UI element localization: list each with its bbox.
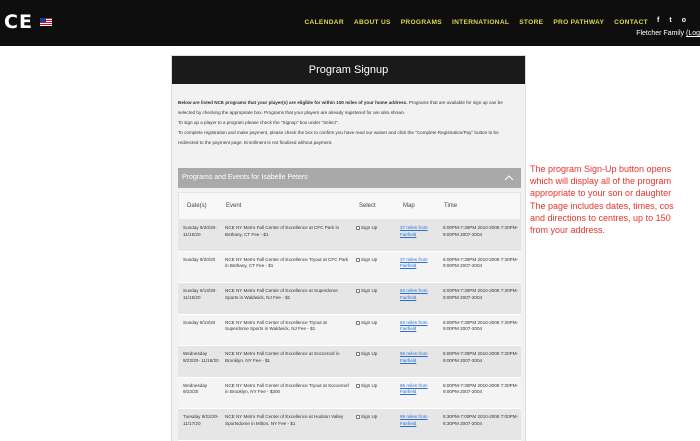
- annotation-line: from your address.: [530, 225, 606, 236]
- row-event: NCE NY Metro Fall Center of Excellence T…: [225, 382, 349, 395]
- row-event: NCE NY Metro Fall Center of Excellence T…: [225, 256, 349, 269]
- user-name: Fletcher Family: [636, 30, 685, 37]
- annotation-line: and directions to centres, up to 150: [530, 212, 671, 223]
- row-time: 6:00PM-7:30PM 2010-2008 7:30PM-9:00PM 20…: [443, 225, 519, 237]
- nav-programs[interactable]: PROGRAMS: [401, 19, 442, 26]
- table-row: Wednesday 9/23/20- 11/18/20 NCE NY Metro…: [178, 346, 521, 378]
- col-dates: Date(s): [187, 203, 207, 209]
- annotation-text: The program Sign-Up button opens which w…: [530, 163, 700, 236]
- signup-label: Sign Up: [361, 351, 378, 356]
- row-date: Wednesday 9/23/20: [183, 382, 208, 395]
- intro-bold: Below are listed NCE programs that your …: [178, 100, 408, 105]
- signup-option[interactable]: Sign Up: [356, 414, 396, 421]
- map-link[interactable]: 69 miles from Fairfield: [400, 414, 430, 427]
- signup-label: Sign Up: [361, 319, 378, 325]
- row-time: 6:00PM-7:30PM 2010-2008 7:30PM-9:00PM 20…: [443, 382, 519, 395]
- row-time: 6:00PM-7:30PM 2010-2008 7:30PM-9:00PM 20…: [443, 351, 519, 363]
- row-time: 5:30PM-7:00PM 2010-2008 7:00PM-8:30PM 20…: [443, 414, 519, 426]
- signup-checkbox[interactable]: [356, 226, 360, 230]
- row-time: 6:00PM-7:30PM 2010-2008 7:30PM-9:00PM 20…: [443, 288, 519, 300]
- row-date: Sunday 9/20/20: [183, 256, 216, 262]
- table-row: Tuesday 9/22/20- 11/17/20 NCE NY Metro F…: [178, 409, 521, 441]
- col-time: Time: [444, 203, 458, 209]
- signup-label: Sign Up: [361, 256, 378, 262]
- map-link[interactable]: 65 miles from Fairfield: [400, 351, 430, 364]
- annotation-line: which will display all of the program: [530, 176, 672, 187]
- signup-label: Sign Up: [361, 414, 378, 419]
- row-event: NCE NY Metro Fall Center of Excellence T…: [225, 319, 327, 332]
- nav-contact[interactable]: CONTACT: [614, 19, 648, 26]
- row-date: Sunday 9/13/20: [183, 319, 216, 325]
- row-event: NCE NY Metro Fall Center of Excellence a…: [225, 225, 340, 237]
- user-account[interactable]: Fletcher Family (Log: [636, 30, 700, 37]
- nav-calendar[interactable]: CALENDAR: [304, 19, 343, 26]
- instruction-signup: To sign up a player to a program please …: [178, 120, 339, 125]
- map-link[interactable]: 65 miles from Fairfield: [400, 383, 430, 396]
- signup-label: Sign Up: [361, 382, 378, 388]
- signup-checkbox[interactable]: [356, 383, 360, 388]
- instruction-payment: To complete registration and make paymen…: [178, 130, 499, 145]
- table-header: Date(s) Event Select Map Time: [178, 192, 521, 220]
- table-row: Sunday 9/13/20- 11/15/20 NCE NY Metro Fa…: [178, 283, 521, 315]
- map-link[interactable]: 63 miles from Fairfield: [400, 288, 430, 301]
- table-row: Sunday 9/13/20 NCE NY Metro Fall Center …: [178, 314, 521, 346]
- social-links: f t o: [657, 17, 686, 24]
- facebook-icon[interactable]: f: [657, 17, 659, 24]
- row-time: 6:00PM-7:30PM 2010-2008 7:30PM-9:00PM 20…: [443, 256, 519, 269]
- row-event: NCE NY Metro Fall Center of Excellence a…: [225, 414, 344, 426]
- signup-option[interactable]: Sign Up: [356, 383, 396, 390]
- section-title: Programs and Events for Isabelle Peters: [182, 174, 308, 181]
- row-time: 6:00PM-7:30PM 2010-2008 7:30PM-9:00PM 20…: [443, 319, 519, 332]
- program-table: Sunday 9/20/20- 11/15/20 NCE NY Metro Fa…: [178, 220, 521, 441]
- row-date: Tuesday 9/22/20- 11/17/20: [183, 414, 219, 426]
- row-event: NCE NY Metro Fall Center of Excellence a…: [225, 288, 338, 300]
- chevron-up-icon[interactable]: [503, 172, 515, 184]
- signup-checkbox[interactable]: [356, 257, 360, 262]
- map-link[interactable]: 37 miles from Fairfield: [400, 225, 430, 238]
- col-event: Event: [226, 203, 242, 209]
- row-date: Sunday 9/20/20- 11/15/20: [183, 225, 217, 237]
- instagram-icon[interactable]: o: [682, 17, 686, 24]
- section-header[interactable]: Programs and Events for Isabelle Peters: [178, 168, 521, 188]
- table-row: Sunday 9/20/20 NCE NY Metro Fall Center …: [178, 251, 521, 283]
- signup-label: Sign Up: [361, 225, 378, 230]
- signup-option[interactable]: Sign Up: [356, 351, 396, 358]
- annotation-line: The program Sign-Up button opens: [530, 164, 672, 174]
- signup-option[interactable]: Sign Up: [356, 225, 396, 232]
- signup-option[interactable]: Sign Up: [356, 320, 396, 327]
- twitter-icon[interactable]: t: [669, 17, 671, 24]
- row-date: Wednesday 9/23/20- 11/18/20: [183, 351, 219, 363]
- nav-store[interactable]: STORE: [519, 19, 543, 26]
- top-navbar: CE f t o CALENDAR ABOUT US PROGRAMS INTE…: [0, 0, 700, 46]
- us-flag-icon[interactable]: [40, 18, 52, 26]
- table-row: Sunday 9/20/20- 11/15/20 NCE NY Metro Fa…: [178, 220, 521, 252]
- col-select: Select: [359, 203, 376, 209]
- site-logo[interactable]: CE: [4, 13, 33, 32]
- intro-text: Below are listed NCE programs that your …: [172, 84, 525, 148]
- signup-option[interactable]: Sign Up: [356, 288, 396, 295]
- page-title: Program Signup: [172, 56, 525, 84]
- program-signup-panel: Program Signup Below are listed NCE prog…: [171, 55, 526, 441]
- map-link[interactable]: 37 miles from Fairfield: [400, 257, 430, 270]
- signup-label: Sign Up: [361, 288, 378, 293]
- signup-checkbox[interactable]: [356, 289, 360, 293]
- col-map: Map: [403, 203, 415, 209]
- nav-international[interactable]: INTERNATIONAL: [452, 19, 509, 26]
- signup-checkbox[interactable]: [356, 415, 360, 419]
- annotation-line: The page includes dates, times, cos: [530, 200, 674, 211]
- logout-link[interactable]: (Log: [686, 30, 700, 37]
- nav-about-us[interactable]: ABOUT US: [354, 19, 391, 26]
- nav-pro-pathway[interactable]: PRO PATHWAY: [553, 19, 604, 26]
- main-nav: CALENDAR ABOUT US PROGRAMS INTERNATIONAL…: [304, 19, 648, 26]
- table-row: Wednesday 9/23/20 NCE NY Metro Fall Cent…: [178, 377, 521, 409]
- map-link[interactable]: 63 miles from Fairfield: [400, 320, 430, 333]
- row-date: Sunday 9/13/20- 11/15/20: [183, 288, 217, 300]
- row-event: NCE NY Metro Fall Center of Excellence a…: [225, 351, 340, 363]
- signup-checkbox[interactable]: [356, 320, 360, 325]
- signup-checkbox[interactable]: [356, 352, 360, 356]
- annotation-line: appropriate to your son or daughter: [530, 188, 672, 199]
- signup-option[interactable]: Sign Up: [356, 257, 396, 264]
